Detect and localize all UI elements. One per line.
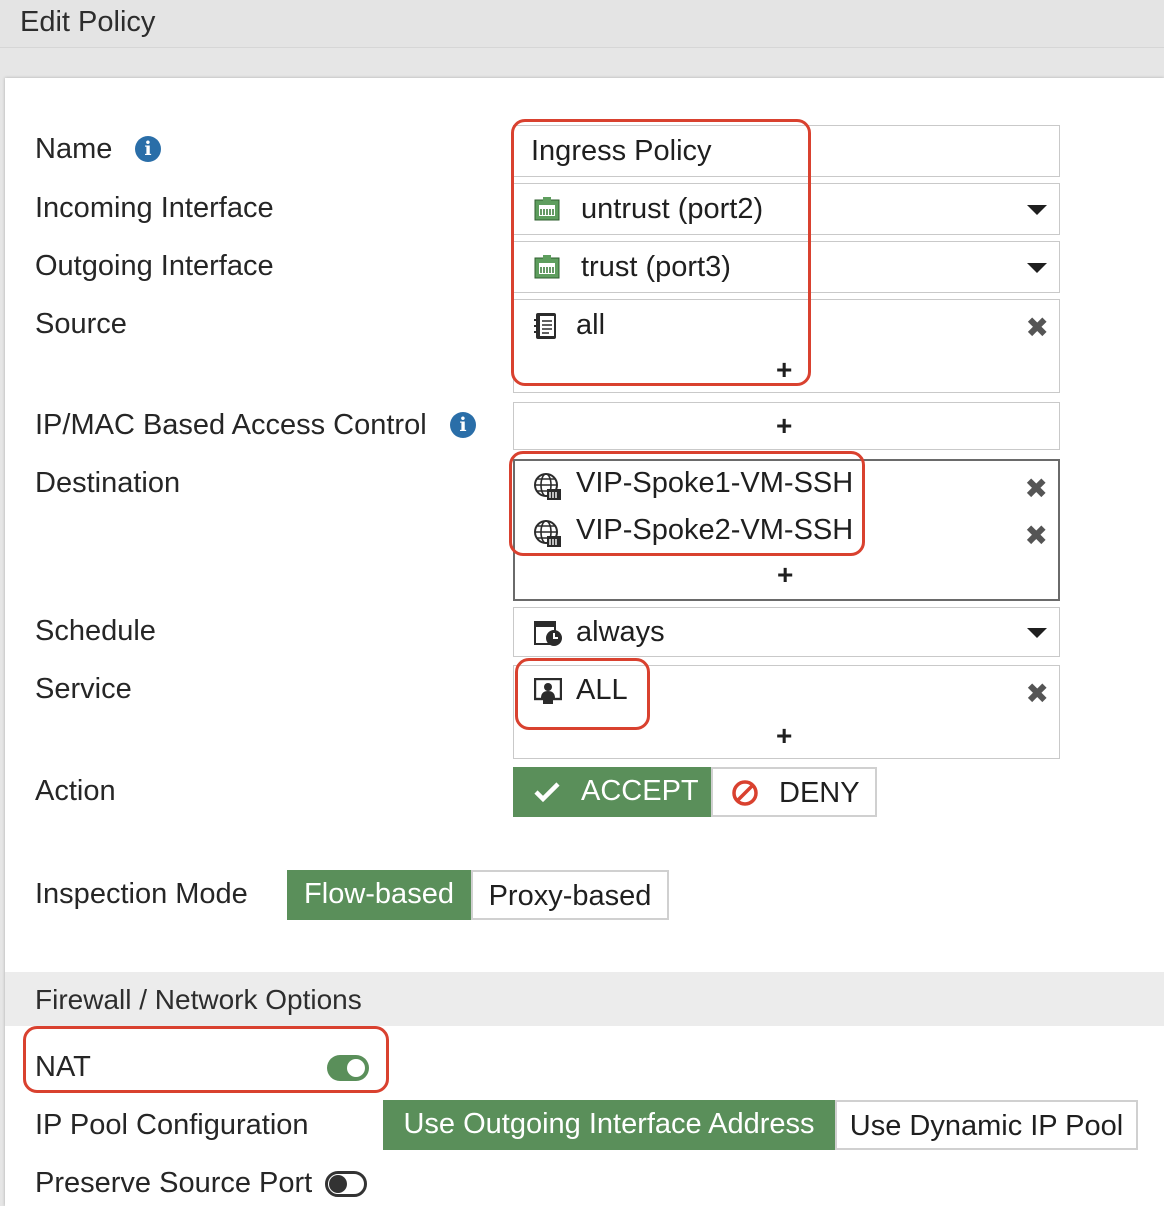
service-label: Service bbox=[35, 673, 132, 705]
page-title: Edit Policy bbox=[20, 6, 156, 38]
calendar-clock-icon bbox=[534, 621, 562, 646]
chevron-down-icon[interactable] bbox=[1027, 205, 1047, 215]
incoming-interface-value: untrust (port2) bbox=[581, 193, 764, 225]
accept-label: ACCEPT bbox=[581, 775, 699, 807]
remove-service-icon[interactable]: ✖ bbox=[1026, 680, 1049, 708]
checkmark-icon bbox=[534, 782, 560, 803]
globe-vip-icon bbox=[534, 473, 561, 500]
chevron-down-icon[interactable] bbox=[1027, 263, 1047, 273]
title-bar: Edit Policy bbox=[0, 0, 1164, 48]
schedule-value: always bbox=[576, 616, 665, 648]
ip-pool-label: IP Pool Configuration bbox=[35, 1109, 309, 1141]
add-service-button[interactable]: + bbox=[776, 722, 792, 750]
nat-label: NAT bbox=[35, 1051, 91, 1083]
ipmac-field[interactable]: + bbox=[513, 402, 1060, 450]
source-field[interactable]: all ✖ + bbox=[513, 299, 1060, 393]
section-title: Firewall / Network Options bbox=[35, 984, 362, 1015]
service-field[interactable]: ALL ✖ + bbox=[513, 665, 1060, 759]
remove-source-icon[interactable]: ✖ bbox=[1026, 314, 1049, 342]
destination-field[interactable]: VIP-Spoke1-VM-SSH ✖ VIP-Spoke2-VM-SSH ✖ … bbox=[513, 459, 1060, 601]
outgoing-interface-label: Outgoing Interface bbox=[35, 250, 274, 282]
nat-toggle[interactable] bbox=[327, 1055, 369, 1081]
info-icon[interactable]: i bbox=[450, 412, 476, 438]
firewall-network-options-header: Firewall / Network Options bbox=[5, 972, 1164, 1026]
action-label: Action bbox=[35, 775, 116, 807]
incoming-interface-select[interactable]: untrust (port2) bbox=[513, 183, 1060, 235]
outgoing-interface-select[interactable]: trust (port3) bbox=[513, 241, 1060, 293]
ipmac-label: IP/MAC Based Access Control bbox=[35, 409, 427, 441]
outgoing-interface-value: trust (port3) bbox=[581, 251, 731, 283]
destination-item[interactable]: VIP-Spoke1-VM-SSH bbox=[576, 467, 853, 500]
schedule-label: Schedule bbox=[35, 615, 156, 647]
chevron-down-icon[interactable] bbox=[1027, 628, 1047, 638]
add-source-button[interactable]: + bbox=[776, 356, 792, 384]
service-item[interactable]: ALL bbox=[576, 674, 628, 707]
use-dynamic-ip-pool-option[interactable]: Use Dynamic IP Pool bbox=[835, 1100, 1138, 1150]
source-item[interactable]: all bbox=[576, 309, 605, 342]
flow-based-option[interactable]: Flow-based bbox=[287, 870, 471, 920]
preserve-source-port-toggle[interactable] bbox=[325, 1171, 367, 1197]
add-ipmac-button[interactable]: + bbox=[776, 412, 792, 440]
preserve-source-port-label: Preserve Source Port bbox=[35, 1167, 313, 1199]
inspection-mode-label: Inspection Mode bbox=[35, 878, 248, 910]
name-input-value: Ingress Policy bbox=[531, 135, 712, 167]
globe-vip-icon bbox=[534, 520, 561, 547]
source-label: Source bbox=[35, 308, 127, 340]
name-input[interactable]: Ingress Policy bbox=[513, 125, 1060, 177]
use-outgoing-interface-option[interactable]: Use Outgoing Interface Address bbox=[383, 1100, 835, 1150]
deny-label: DENY bbox=[779, 777, 860, 809]
info-icon[interactable]: i bbox=[135, 136, 161, 162]
deny-button[interactable]: DENY bbox=[711, 767, 877, 817]
name-label: Name bbox=[35, 133, 113, 165]
remove-destination-icon[interactable]: ✖ bbox=[1025, 475, 1048, 503]
deny-icon bbox=[732, 780, 758, 806]
service-monitor-icon bbox=[534, 678, 562, 704]
destination-item[interactable]: VIP-Spoke2-VM-SSH bbox=[576, 514, 853, 547]
accept-button[interactable]: ACCEPT bbox=[513, 767, 711, 817]
address-book-icon bbox=[534, 313, 556, 339]
network-port-icon bbox=[534, 255, 560, 279]
destination-label: Destination bbox=[35, 467, 181, 499]
schedule-select[interactable]: always bbox=[513, 607, 1060, 657]
incoming-interface-label: Incoming Interface bbox=[35, 192, 274, 224]
proxy-based-option[interactable]: Proxy-based bbox=[471, 870, 669, 920]
remove-destination-icon[interactable]: ✖ bbox=[1025, 522, 1048, 550]
network-port-icon bbox=[534, 197, 560, 221]
add-destination-button[interactable]: + bbox=[777, 561, 793, 589]
